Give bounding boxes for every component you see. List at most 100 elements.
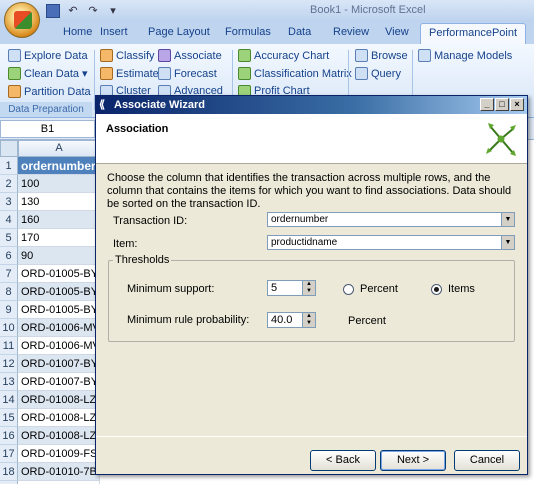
cell[interactable]: 130 (18, 193, 100, 211)
row-number[interactable]: 18 (0, 463, 18, 481)
name-box[interactable]: B1 (0, 120, 95, 138)
forecast-icon (158, 67, 171, 80)
row-number[interactable]: 15 (0, 409, 18, 427)
minimum-rule-probability-value[interactable]: 40.0 (271, 314, 292, 326)
percent-radio-label: Percent (360, 283, 398, 295)
tab-performancepoint[interactable]: PerformancePoint (420, 23, 527, 44)
cell[interactable]: ORD-01006-MV (18, 319, 100, 337)
percent-radio[interactable]: Percent (343, 283, 398, 295)
row-number[interactable]: 13 (0, 373, 18, 391)
classify-button[interactable]: Classify (100, 49, 155, 62)
items-radio[interactable]: Items (431, 283, 475, 295)
next-button[interactable]: Next > (380, 450, 446, 471)
cell[interactable]: ORD-01005-BY (18, 283, 100, 301)
row-number[interactable]: 6 (0, 247, 18, 265)
cell[interactable]: ORD-01007-BY (18, 355, 100, 373)
select-all-corner[interactable] (0, 140, 18, 157)
tab-page-layout[interactable]: Page Layout (148, 26, 210, 38)
cell[interactable]: 170 (18, 229, 100, 247)
row-number[interactable]: 3 (0, 193, 18, 211)
table-row: 16 ORD-01008-LZ (0, 427, 100, 445)
partition-data-button[interactable]: Partition Data (8, 85, 91, 98)
table-row: 3 130 (0, 193, 100, 211)
query-button[interactable]: Query (355, 67, 401, 80)
radio-icon (343, 283, 354, 295)
dialog-titlebar[interactable]: ⟪ Associate Wizard _ □ × (96, 96, 527, 114)
cell[interactable]: ORD-01008-LZ (18, 409, 100, 427)
cell[interactable]: ORD-01005-BY (18, 265, 100, 283)
tab-data[interactable]: Data (288, 26, 311, 38)
minimum-support-spinner[interactable]: 5 ▲ ▼ (267, 280, 316, 296)
classification-matrix-button[interactable]: Classification Matrix (238, 67, 352, 80)
cancel-button[interactable]: Cancel (454, 450, 520, 471)
tab-formulas[interactable]: Formulas (225, 26, 271, 38)
clean-data-button[interactable]: Clean Data ▾ (8, 67, 88, 80)
accuracy-chart-button[interactable]: Accuracy Chart (238, 49, 329, 62)
cell[interactable]: ORD-01006-MV (18, 337, 100, 355)
cell[interactable]: 90 (18, 247, 100, 265)
cell[interactable]: ordernumber (18, 157, 100, 175)
associate-button[interactable]: Associate (158, 49, 222, 62)
estimate-button[interactable]: Estimate (100, 67, 159, 80)
table-row: 2 100 (0, 175, 100, 193)
save-icon[interactable] (46, 4, 60, 18)
tab-home[interactable]: Home (63, 26, 92, 38)
cell[interactable]: ORD-01008-LZ (18, 427, 100, 445)
minimize-icon[interactable]: _ (480, 98, 494, 111)
chevron-down-icon[interactable]: ▼ (501, 213, 514, 226)
cell[interactable]: ORD-01008-LZ (18, 391, 100, 409)
office-logo-icon (14, 11, 32, 29)
ribbon-tabs: Home Insert Page Layout Formulas Data Re… (0, 22, 534, 44)
row-number[interactable]: 10 (0, 319, 18, 337)
customize-qat-icon[interactable]: ▾ (106, 4, 120, 18)
cell[interactable]: 100 (18, 175, 100, 193)
spinner-arrows-icon[interactable]: ▲ ▼ (302, 313, 315, 327)
row-number[interactable]: 4 (0, 211, 18, 229)
wizard-icon: ⟪ (99, 99, 106, 111)
cell[interactable]: 160 (18, 211, 100, 229)
undo-icon[interactable]: ↶ (66, 4, 80, 18)
tab-insert[interactable]: Insert (100, 26, 128, 38)
maximize-icon[interactable]: □ (495, 98, 509, 111)
minimum-support-label: Minimum support: (127, 283, 215, 295)
row-number[interactable]: 5 (0, 229, 18, 247)
tab-review[interactable]: Review (333, 26, 369, 38)
explore-data-icon (8, 49, 21, 62)
row-number[interactable]: 9 (0, 301, 18, 319)
minimum-support-value[interactable]: 5 (271, 282, 277, 294)
column-header-a[interactable]: A (18, 140, 100, 157)
back-button[interactable]: < Back (310, 450, 376, 471)
row-number[interactable]: 12 (0, 355, 18, 373)
browse-button[interactable]: Browse (355, 49, 408, 62)
table-row: 12 ORD-01007-BY (0, 355, 100, 373)
thresholds-groupbox (108, 260, 515, 342)
minimum-rule-probability-spinner[interactable]: 40.0 ▲ ▼ (267, 312, 316, 328)
transaction-id-select[interactable]: ordernumber ▼ (267, 212, 515, 227)
row-number[interactable]: 11 (0, 337, 18, 355)
cell[interactable]: ORD-01007-BY (18, 373, 100, 391)
cell[interactable]: ORD-01009-FS (18, 445, 100, 463)
row-number[interactable]: 1 (0, 157, 18, 175)
associate-wizard-dialog: ⟪ Associate Wizard _ □ × Association Cho… (95, 95, 528, 475)
row-number[interactable]: 16 (0, 427, 18, 445)
chevron-down-icon[interactable]: ▼ (501, 236, 514, 249)
item-select[interactable]: productidname ▼ (267, 235, 515, 250)
cell[interactable]: ORD-01010-7B (18, 463, 100, 481)
row-number[interactable]: 8 (0, 283, 18, 301)
table-row: 13 ORD-01007-BY (0, 373, 100, 391)
manage-models-button[interactable]: Manage Models (418, 49, 512, 62)
row-number[interactable]: 7 (0, 265, 18, 283)
tab-view[interactable]: View (385, 26, 409, 38)
spinner-arrows-icon[interactable]: ▲ ▼ (302, 281, 315, 295)
excel-titlebar: ↶ ↷ ▾ Book1 - Microsoft Excel (0, 0, 534, 22)
explore-data-button[interactable]: Explore Data (8, 49, 88, 62)
forecast-button[interactable]: Forecast (158, 67, 217, 80)
row-number[interactable]: 2 (0, 175, 18, 193)
close-icon[interactable]: × (510, 98, 524, 111)
items-radio-label: Items (448, 283, 475, 295)
redo-icon[interactable]: ↷ (86, 4, 100, 18)
cell[interactable]: ORD-01005-BY (18, 301, 100, 319)
row-number[interactable]: 17 (0, 445, 18, 463)
row-number[interactable]: 14 (0, 391, 18, 409)
office-button[interactable] (4, 2, 40, 38)
